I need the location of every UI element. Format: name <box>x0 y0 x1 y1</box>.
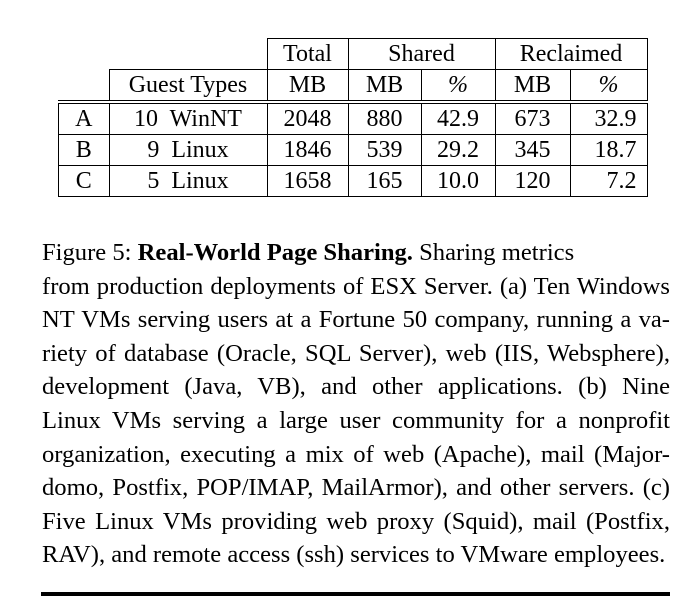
header-reclaimed-pct: % <box>569 69 648 103</box>
row-reclaimed-mb: 673 <box>494 100 571 135</box>
header-total: Total <box>266 38 349 70</box>
table-row: B 9 Linux 1846 539 29.2 345 18.7 <box>58 134 648 166</box>
row-total: 2048 <box>266 100 349 135</box>
row-label: A <box>58 100 110 135</box>
caption-line: Sharing metrics <box>412 239 575 266</box>
table-header-row-top: Total Shared Reclaimed <box>59 38 648 70</box>
header-total-mb: MB <box>266 69 349 103</box>
row-guest: 5 Linux <box>108 165 268 197</box>
caption-line: organization, executing a mix of web (Ap… <box>42 440 670 468</box>
row-reclaimed-mb: 345 <box>494 134 571 166</box>
row-shared-pct: 42.9 <box>420 100 496 135</box>
caption-line: from production deployments of ESX Serve… <box>42 272 670 300</box>
caption-title: Real-World Page Sharing. <box>137 239 413 266</box>
header-shared: Shared <box>347 38 496 70</box>
caption-line: domo, Postfix, POP/IMAP, MailArmor), and… <box>42 474 670 502</box>
section-divider <box>41 592 670 596</box>
empty-cell <box>59 39 110 70</box>
empty-cell <box>109 38 268 70</box>
header-reclaimed-mb: MB <box>494 69 571 103</box>
caption-line: Five Linux VMs providing web proxy (Squi… <box>42 507 670 535</box>
row-reclaimed-pct: 32.9 <box>569 100 648 135</box>
row-shared-pct: 29.2 <box>420 134 496 166</box>
row-guest: 10 WinNT <box>108 100 268 135</box>
row-label: B <box>58 134 110 166</box>
row-reclaimed-mb: 120 <box>494 165 571 197</box>
row-total: 1846 <box>266 134 349 166</box>
table-header-row-sub: Guest Types MB MB % MB % <box>58 69 648 103</box>
header-shared-mb: MB <box>347 69 422 103</box>
header-guest-types: Guest Types <box>108 69 268 103</box>
caption-line: RAV), and remote access (ssh) services t… <box>42 541 666 569</box>
table-row: C 5 Linux 1658 165 10.0 120 7.2 <box>58 165 648 197</box>
sharing-metrics-table: Total Shared Reclaimed Guest Types MB MB… <box>58 38 648 197</box>
row-reclaimed-pct: 18.7 <box>569 134 648 166</box>
row-reclaimed-pct: 7.2 <box>569 165 648 197</box>
caption-line: NT VMs serving users at a Fortune 50 com… <box>42 306 670 334</box>
row-label: C <box>58 165 110 197</box>
row-shared-mb: 165 <box>347 165 422 197</box>
caption-line: riety of database (Oracle, SQL Server), … <box>42 339 670 367</box>
empty-cell <box>58 69 110 103</box>
row-guest: 9 Linux <box>108 134 268 166</box>
table-row: A 10 WinNT 2048 880 42.9 673 32.9 <box>58 100 648 135</box>
row-shared-mb: 880 <box>347 100 422 135</box>
row-shared-mb: 539 <box>347 134 422 166</box>
row-shared-pct: 10.0 <box>420 165 496 197</box>
caption-line: development (Java, VB), and other applic… <box>42 373 670 401</box>
caption-line: Linux VMs serving a large user community… <box>42 406 670 434</box>
figure-caption: Figure 5: Real-World Page Sharing. Shari… <box>42 236 670 572</box>
header-shared-pct: % <box>420 69 496 103</box>
row-total: 1658 <box>266 165 349 197</box>
header-reclaimed: Reclaimed <box>494 38 648 70</box>
caption-prefix: Figure 5: <box>42 239 138 266</box>
